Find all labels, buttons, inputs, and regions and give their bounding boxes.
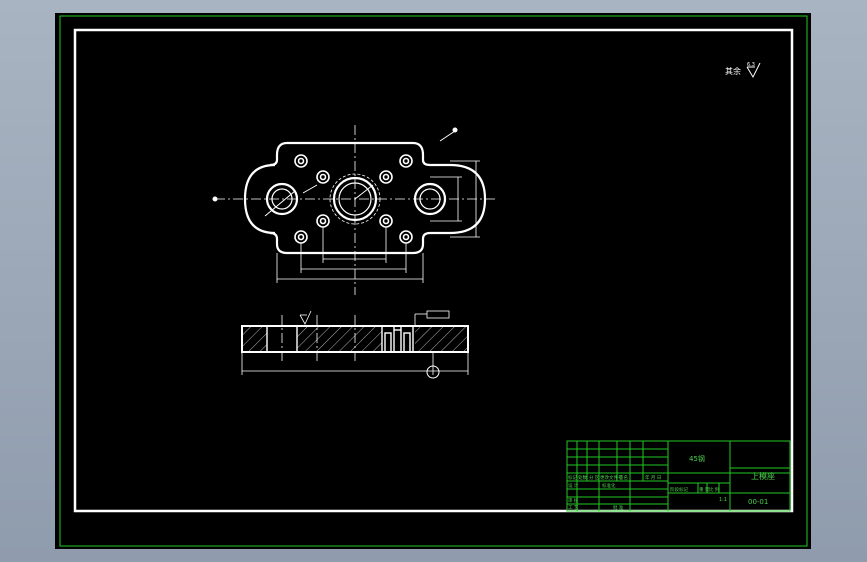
label-date: 年 月 日 xyxy=(645,474,661,481)
dimension-lines xyxy=(276,160,480,283)
roughness-label: 其余 xyxy=(725,66,741,76)
part-name: 上模座 xyxy=(751,471,775,481)
label-process: 工 艺 xyxy=(568,505,579,511)
drawing-number: 00-01 xyxy=(748,498,768,506)
label-standardization: 标准化 xyxy=(602,482,616,489)
roughness-note: 其余 6.3 xyxy=(725,62,761,79)
label-design: 设 计 xyxy=(568,482,579,489)
plan-outline xyxy=(243,141,487,255)
label-mark: 标记 xyxy=(568,474,577,481)
label-stage-mark: 阶段标记 xyxy=(670,486,688,493)
cad-drawing: 其余 6.3 45钢 上模座 00-01 1:1 标记 处数 分 区 更改文件号… xyxy=(59,15,808,547)
tolerance-frame xyxy=(426,310,450,319)
label-ratio: 比 例 xyxy=(709,486,720,493)
plan-view xyxy=(212,125,495,295)
label-review: 审 核 xyxy=(568,497,579,504)
drawing-canvas: 其余 6.3 45钢 上模座 00-01 1:1 标记 处数 分 区 更改文件号… xyxy=(55,13,811,549)
inner-frame xyxy=(73,28,794,513)
center-lines xyxy=(215,125,495,295)
label-approve: 批 准 xyxy=(613,504,624,511)
scale-value: 1:1 xyxy=(719,497,727,503)
section-view xyxy=(241,310,469,379)
label-signature: 签名 xyxy=(619,474,628,481)
label-count: 处数 xyxy=(578,474,587,481)
outer-frame xyxy=(59,15,808,547)
material-label: 45钢 xyxy=(689,454,705,463)
label-zone: 分 区 xyxy=(589,474,600,481)
